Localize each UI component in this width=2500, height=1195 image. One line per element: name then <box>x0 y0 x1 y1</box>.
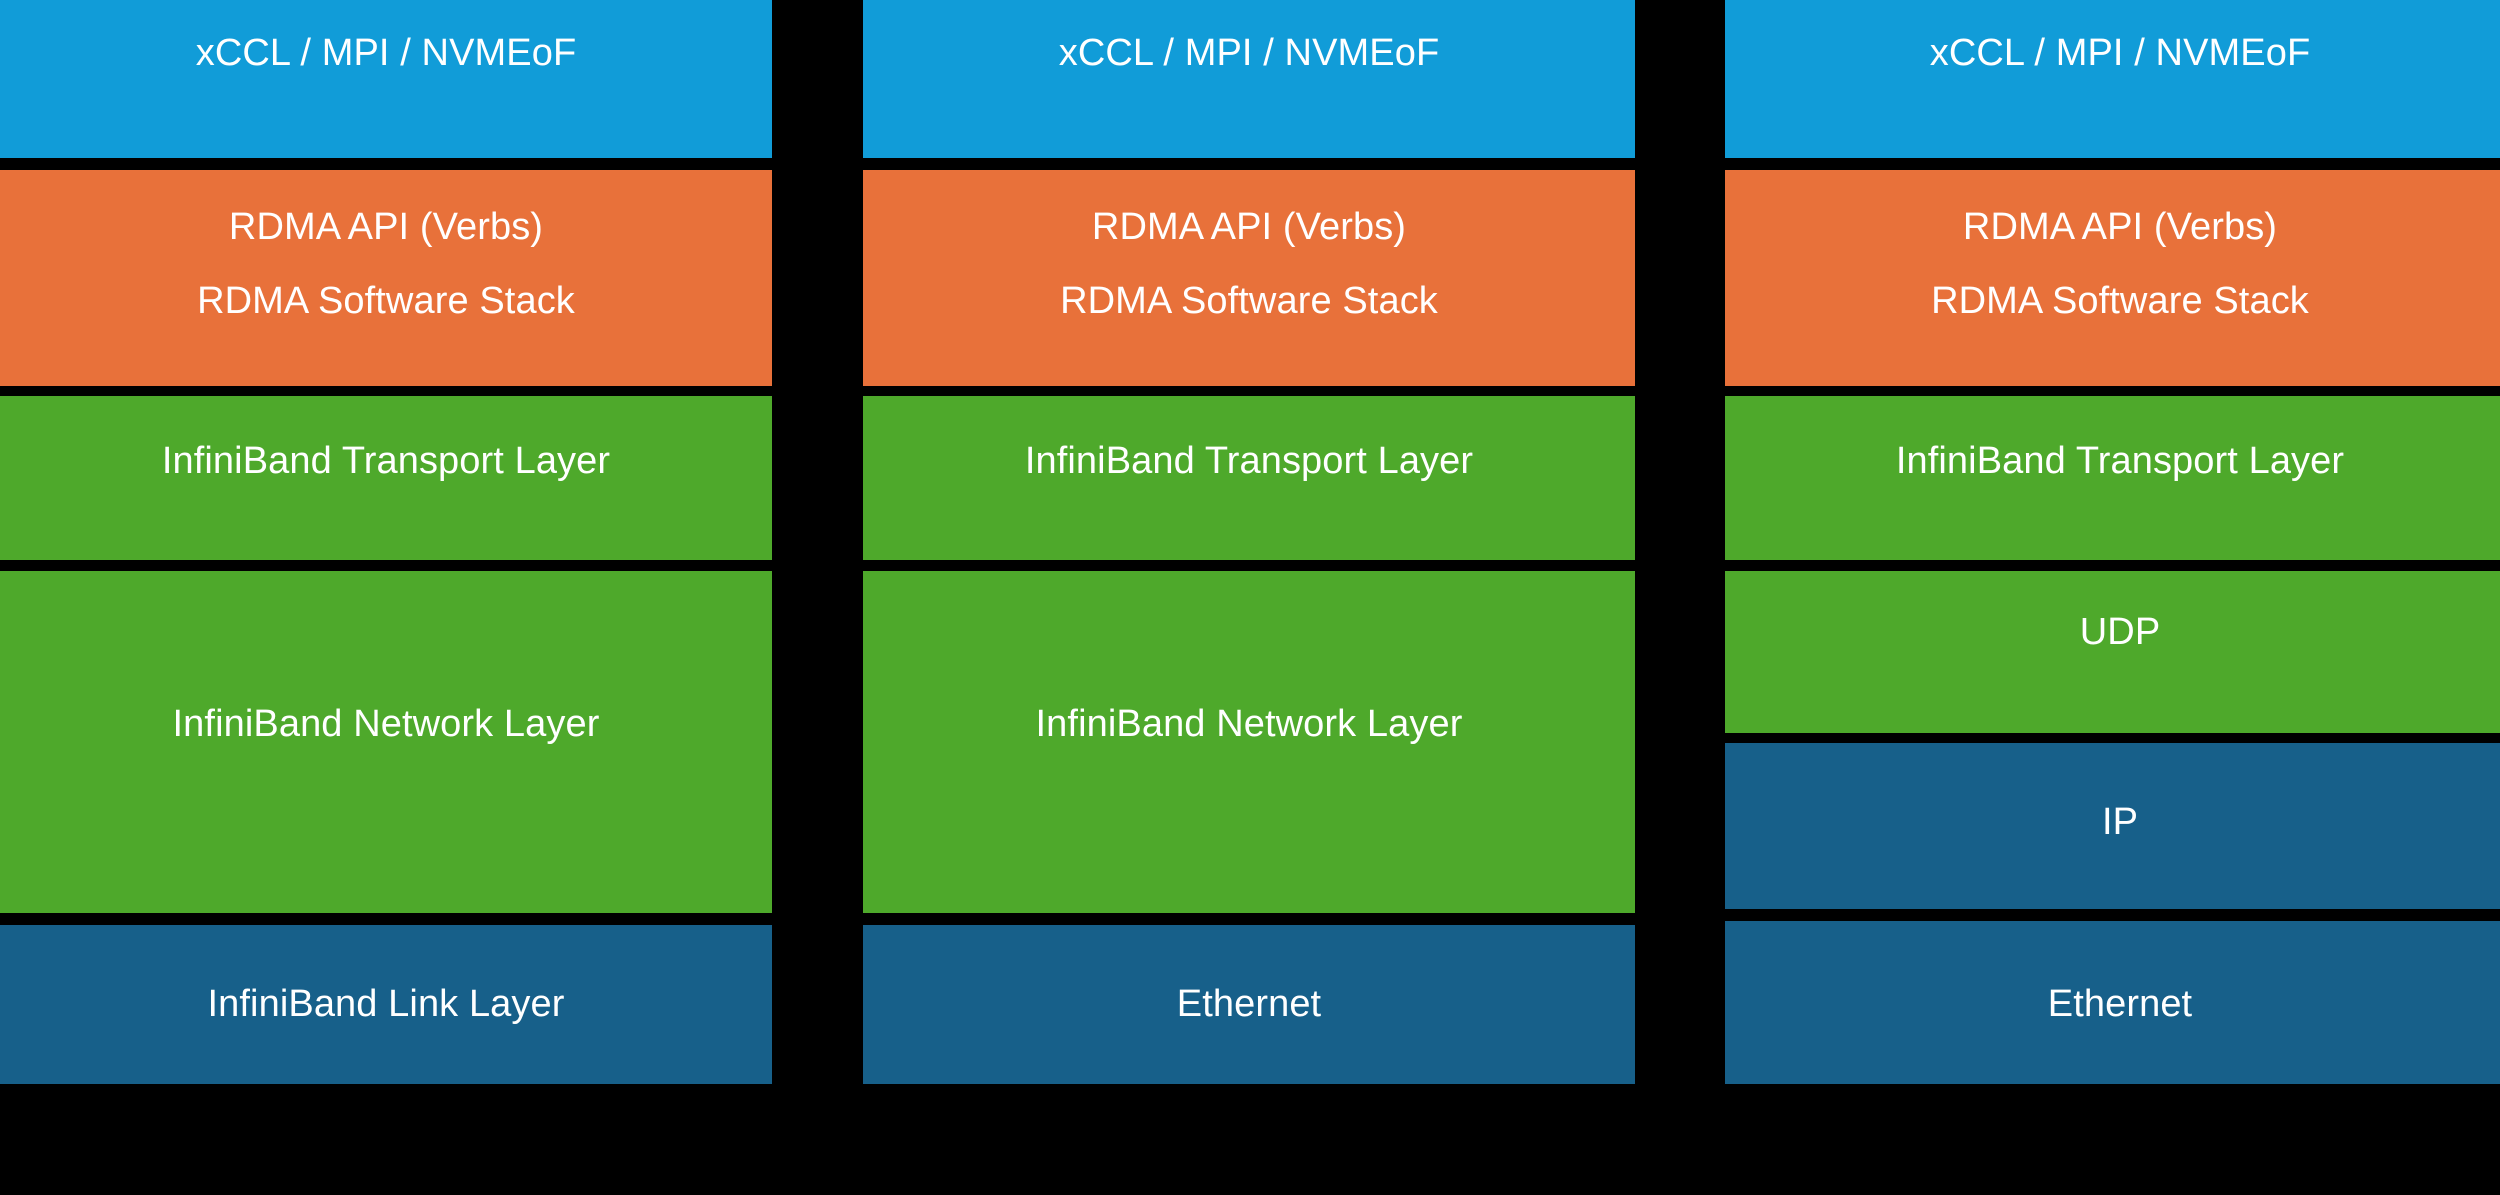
layer-box-network: InfiniBand Network Layer <box>863 571 1635 913</box>
layer-label-rdma-software-stack: RDMA Software Stack <box>1931 279 2309 322</box>
stack-column-roce-v2: xCCL / MPI / NVMEoF RDMA API (Verbs) RDM… <box>1725 0 2500 1195</box>
layer-label-ip: IP <box>2101 801 2139 843</box>
layer-label-network: InfiniBand Network Layer <box>172 703 600 745</box>
layer-box-udp: UDP <box>1725 571 2500 733</box>
layer-label-rdma-api: RDMA API (Verbs) <box>1091 206 1407 248</box>
layer-label-rdma-software-stack: RDMA Software Stack <box>197 279 575 322</box>
layer-label-link: Ethernet <box>1176 983 1322 1025</box>
stack-column-infiniband: xCCL / MPI / NVMEoF RDMA API (Verbs) RDM… <box>0 0 772 1195</box>
layer-box-transport: InfiniBand Transport Layer <box>0 396 772 560</box>
stack-column-iboe: xCCL / MPI / NVMEoF RDMA API (Verbs) RDM… <box>863 0 1635 1195</box>
layer-box-application: xCCL / MPI / NVMEoF <box>863 0 1635 158</box>
layer-label-rdma-software-stack: RDMA Software Stack <box>1060 279 1438 322</box>
layer-label-transport: InfiniBand Transport Layer <box>1895 440 2345 482</box>
layer-box-link: InfiniBand Link Layer <box>0 925 772 1084</box>
layer-label-rdma-api: RDMA API (Verbs) <box>228 206 544 248</box>
layer-label-transport: InfiniBand Transport Layer <box>161 440 611 482</box>
protocol-stack-diagram: xCCL / MPI / NVMEoF RDMA API (Verbs) RDM… <box>0 0 2500 1195</box>
layer-box-ip: IP <box>1725 743 2500 909</box>
layer-label-link: InfiniBand Link Layer <box>207 983 565 1025</box>
layer-box-network: InfiniBand Network Layer <box>0 571 772 913</box>
layer-box-transport: InfiniBand Transport Layer <box>863 396 1635 560</box>
layer-box-rdma: RDMA API (Verbs) RDMA Software Stack <box>1725 170 2500 386</box>
layer-label-application: xCCL / MPI / NVMEoF <box>195 32 577 74</box>
layer-label-network: InfiniBand Network Layer <box>1035 703 1463 745</box>
layer-label-udp: UDP <box>2079 611 2161 653</box>
layer-label-transport: InfiniBand Transport Layer <box>1024 440 1474 482</box>
layer-box-link: Ethernet <box>863 925 1635 1084</box>
layer-label-link: Ethernet <box>2047 983 2193 1025</box>
layer-box-rdma: RDMA API (Verbs) RDMA Software Stack <box>863 170 1635 386</box>
layer-box-application: xCCL / MPI / NVMEoF <box>0 0 772 158</box>
layer-label-application: xCCL / MPI / NVMEoF <box>1929 32 2311 74</box>
layer-box-link: Ethernet <box>1725 921 2500 1084</box>
layer-box-transport: InfiniBand Transport Layer <box>1725 396 2500 560</box>
layer-label-application: xCCL / MPI / NVMEoF <box>1058 32 1440 74</box>
layer-label-rdma-api: RDMA API (Verbs) <box>1962 206 2278 248</box>
layer-box-application: xCCL / MPI / NVMEoF <box>1725 0 2500 158</box>
layer-box-rdma: RDMA API (Verbs) RDMA Software Stack <box>0 170 772 386</box>
